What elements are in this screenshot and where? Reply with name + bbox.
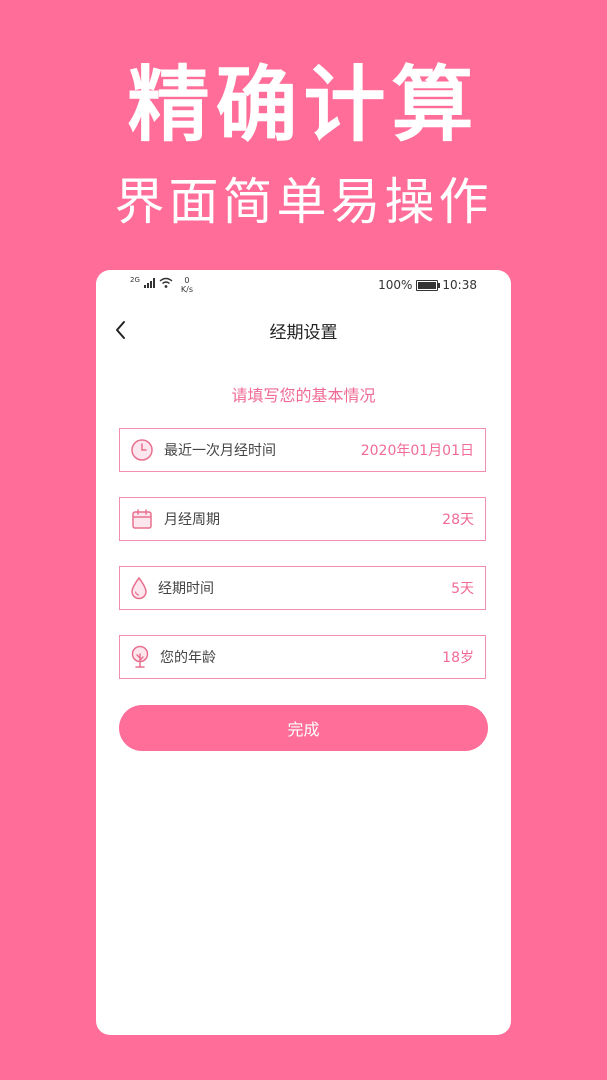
network-type: 2G bbox=[130, 276, 140, 284]
field-value: 5天 bbox=[451, 581, 474, 597]
cycle-length-field[interactable]: 月经周期 28天 bbox=[119, 497, 486, 541]
promo-subtitle: 界面简单易操作 bbox=[114, 173, 493, 231]
status-bar: 2G 0 K/s 100% 10:38 bbox=[96, 270, 511, 300]
battery-icon bbox=[416, 279, 441, 291]
status-left: 2G 0 K/s bbox=[130, 276, 193, 294]
field-label: 最近一次月经时间 bbox=[164, 443, 276, 459]
status-right: 100% 10:38 bbox=[378, 278, 477, 292]
field-value: 28天 bbox=[442, 512, 474, 528]
tree-icon bbox=[130, 645, 150, 669]
net-speed-unit: K/s bbox=[180, 285, 193, 294]
clock-icon bbox=[130, 438, 154, 462]
form-prompt: 请填写您的基本情况 bbox=[231, 386, 376, 405]
net-speed-value: 0 bbox=[184, 276, 190, 285]
calendar-icon bbox=[130, 507, 154, 531]
page-title: 经期设置 bbox=[269, 323, 338, 343]
age-field[interactable]: 您的年龄 18岁 bbox=[119, 635, 486, 679]
net-speed: 0 K/s bbox=[181, 276, 193, 294]
phone-screen: 2G 0 K/s 100% 10:38 经期设置 请填写您的基本情况 最近一次月… bbox=[96, 270, 511, 1035]
field-label: 您的年龄 bbox=[160, 650, 216, 666]
drop-icon bbox=[130, 576, 148, 600]
field-value: 18岁 bbox=[442, 650, 474, 666]
nav-bar: 经期设置 bbox=[96, 310, 511, 350]
field-value: 2020年01月01日 bbox=[360, 443, 474, 459]
clock-time: 10:38 bbox=[442, 278, 477, 292]
promo-title: 精确计算 bbox=[127, 58, 480, 153]
field-label: 经期时间 bbox=[158, 581, 214, 597]
field-label: 月经周期 bbox=[164, 512, 220, 528]
period-length-field[interactable]: 经期时间 5天 bbox=[119, 566, 486, 610]
battery-percent: 100% bbox=[378, 278, 413, 292]
done-button[interactable]: 完成 bbox=[119, 705, 488, 751]
signal-icon bbox=[143, 278, 155, 288]
last-period-date-field[interactable]: 最近一次月经时间 2020年01月01日 bbox=[119, 428, 486, 472]
wifi-icon bbox=[159, 277, 173, 288]
